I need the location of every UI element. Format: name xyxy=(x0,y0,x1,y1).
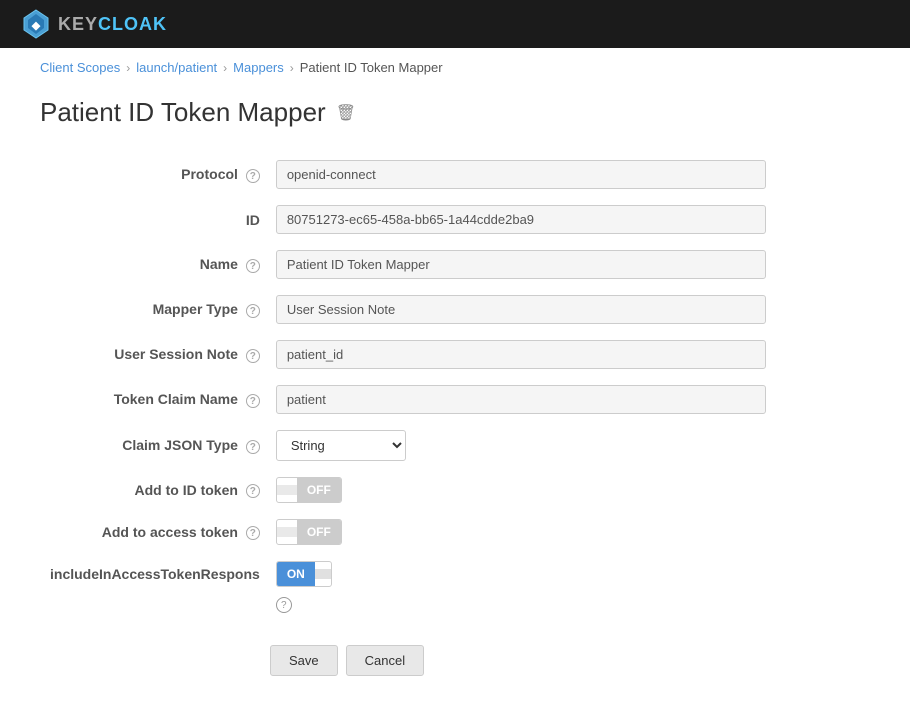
user-session-note-value-cell xyxy=(276,332,870,377)
include-in-access-help-icon[interactable]: ? xyxy=(276,597,292,613)
add-to-id-token-row: Add to ID token ? OFF xyxy=(40,469,870,511)
add-to-id-token-toggle[interactable]: OFF xyxy=(276,477,342,503)
mapper-type-label-cell: Mapper Type ? xyxy=(40,287,276,332)
name-label: Name xyxy=(200,256,238,272)
protocol-input xyxy=(276,160,766,189)
mapper-type-row: Mapper Type ? xyxy=(40,287,870,332)
id-label-cell: ID xyxy=(40,197,276,242)
user-session-note-help-icon[interactable]: ? xyxy=(246,349,260,363)
cancel-button[interactable]: Cancel xyxy=(346,645,424,676)
claim-json-type-label-cell: Claim JSON Type ? xyxy=(40,422,276,469)
delete-icon[interactable]: 🗑 xyxy=(336,103,356,123)
breadcrumb-sep-1: › xyxy=(126,61,130,75)
name-row: Name ? xyxy=(40,242,870,287)
claim-json-type-help-icon[interactable]: ? xyxy=(246,440,260,454)
logo-text: KEYCLOAK xyxy=(58,14,167,35)
include-in-access-value-cell: ON xyxy=(276,553,870,595)
token-claim-name-label-cell: Token Claim Name ? xyxy=(40,377,276,422)
breadcrumb-client-scopes[interactable]: Client Scopes xyxy=(40,60,120,75)
add-to-id-token-value-cell: OFF xyxy=(276,469,870,511)
id-input xyxy=(276,205,766,234)
id-value-cell xyxy=(276,197,870,242)
token-claim-name-value-cell xyxy=(276,377,870,422)
include-help-icon-cell: ? xyxy=(276,595,870,615)
protocol-value-cell xyxy=(276,152,870,197)
breadcrumb-mappers[interactable]: Mappers xyxy=(233,60,284,75)
add-to-access-token-value-cell: OFF xyxy=(276,511,870,553)
page-title-row: Patient ID Token Mapper 🗑 xyxy=(40,97,870,128)
include-help-row: ? xyxy=(40,595,870,615)
add-to-id-token-label: Add to ID token xyxy=(134,482,237,498)
add-to-access-token-help-icon[interactable]: ? xyxy=(246,526,260,540)
user-session-note-input[interactable] xyxy=(276,340,766,369)
claim-json-type-value-cell: String long int boolean JSON xyxy=(276,422,870,469)
protocol-help-icon[interactable]: ? xyxy=(246,169,260,183)
add-to-access-token-off-inactive xyxy=(277,527,297,537)
save-button[interactable]: Save xyxy=(270,645,338,676)
add-to-access-token-toggle[interactable]: OFF xyxy=(276,519,342,545)
breadcrumb-current: Patient ID Token Mapper xyxy=(300,60,443,75)
breadcrumb-sep-2: › xyxy=(223,61,227,75)
mapper-form: Protocol ? ID Name ? xyxy=(40,152,870,615)
protocol-label: Protocol xyxy=(181,166,238,182)
include-in-access-off-side xyxy=(315,569,331,579)
add-to-access-token-label: Add to access token xyxy=(102,524,238,540)
add-to-access-token-label-cell: Add to access token ? xyxy=(40,511,276,553)
include-in-access-label: includeInAccessTokenRespons xyxy=(50,566,260,582)
add-to-id-token-toggle-button[interactable]: OFF xyxy=(297,478,341,502)
id-label: ID xyxy=(246,212,260,228)
svg-text:◆: ◆ xyxy=(31,20,41,32)
add-to-access-token-toggle-button[interactable]: OFF xyxy=(297,520,341,544)
protocol-row: Protocol ? xyxy=(40,152,870,197)
user-session-note-label-cell: User Session Note ? xyxy=(40,332,276,377)
mapper-type-help-icon[interactable]: ? xyxy=(246,304,260,318)
claim-json-type-label: Claim JSON Type xyxy=(122,437,238,453)
logo-area[interactable]: ◆ KEYCLOAK xyxy=(20,8,167,40)
add-to-id-token-label-cell: Add to ID token ? xyxy=(40,469,276,511)
token-claim-name-label: Token Claim Name xyxy=(114,391,238,407)
add-to-access-token-row: Add to access token ? OFF xyxy=(40,511,870,553)
name-help-icon[interactable]: ? xyxy=(246,259,260,273)
page-title: Patient ID Token Mapper xyxy=(40,97,326,128)
breadcrumb-launch-patient[interactable]: launch/patient xyxy=(136,60,217,75)
name-label-cell: Name ? xyxy=(40,242,276,287)
mapper-type-input xyxy=(276,295,766,324)
id-row: ID xyxy=(40,197,870,242)
main-content: Patient ID Token Mapper 🗑 Protocol ? ID xyxy=(0,87,910,716)
include-in-access-toggle[interactable]: ON xyxy=(276,561,332,587)
token-claim-name-help-icon[interactable]: ? xyxy=(246,394,260,408)
breadcrumb: Client Scopes › launch/patient › Mappers… xyxy=(0,48,910,87)
include-help-label-spacer xyxy=(40,595,276,615)
include-in-access-on-state: ON xyxy=(277,562,315,586)
include-in-access-row: includeInAccessTokenRespons ON xyxy=(40,553,870,595)
add-to-id-token-off-inactive xyxy=(277,485,297,495)
claim-json-type-row: Claim JSON Type ? String long int boolea… xyxy=(40,422,870,469)
name-input[interactable] xyxy=(276,250,766,279)
include-in-access-label-cell: includeInAccessTokenRespons xyxy=(40,553,276,595)
top-nav: ◆ KEYCLOAK xyxy=(0,0,910,48)
mapper-type-label: Mapper Type xyxy=(153,301,238,317)
breadcrumb-sep-3: › xyxy=(290,61,294,75)
add-to-id-token-help-icon[interactable]: ? xyxy=(246,484,260,498)
user-session-note-row: User Session Note ? xyxy=(40,332,870,377)
user-session-note-label: User Session Note xyxy=(114,346,238,362)
protocol-label-cell: Protocol ? xyxy=(40,152,276,197)
claim-json-type-select[interactable]: String long int boolean JSON xyxy=(276,430,406,461)
token-claim-name-input[interactable] xyxy=(276,385,766,414)
name-value-cell xyxy=(276,242,870,287)
button-row: Save Cancel xyxy=(40,645,870,676)
token-claim-name-row: Token Claim Name ? xyxy=(40,377,870,422)
mapper-type-value-cell xyxy=(276,287,870,332)
keycloak-logo-icon: ◆ xyxy=(20,8,52,40)
